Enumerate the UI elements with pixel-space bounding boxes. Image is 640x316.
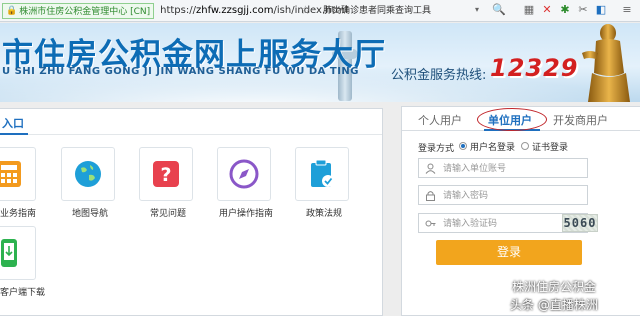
clipboard-check-icon (311, 159, 334, 187)
mobile-icon (1, 239, 17, 267)
lock-icon: 🔒 (6, 5, 18, 16)
site-title-pinyin: U SHI ZHU FANG GONG JI JIN WANG SHANG FU… (2, 66, 360, 77)
red-annotation-circle (477, 108, 547, 131)
calculator-icon (0, 161, 21, 187)
account-input[interactable] (443, 161, 543, 176)
tile-label-user-guide: 用户操作指南 (219, 209, 274, 219)
question-icon: ? (153, 161, 179, 187)
key-icon (425, 220, 436, 227)
password-input[interactable] (443, 188, 543, 203)
tile-faq[interactable]: ? (139, 147, 193, 201)
puzzle-icon[interactable]: ✱ (558, 3, 572, 17)
compass-icon (229, 159, 259, 189)
tab-developer-user[interactable]: 开发商用户 (553, 112, 608, 128)
menu-icon[interactable]: ≡ (620, 3, 634, 17)
radio-label-certificate-login[interactable]: 证书登录 (532, 140, 568, 153)
account-field (418, 158, 588, 178)
login-button[interactable]: 登录 (436, 240, 582, 265)
tile-label-client-download: 客户端下载 (0, 288, 46, 298)
news-ticker[interactable]: 肺炎确诊患者同乘查询工具 (323, 0, 431, 22)
tile-client-download[interactable] (0, 226, 36, 280)
extension-icon[interactable]: ◧ (594, 3, 608, 17)
tile-label-faq: 常见问题 (150, 209, 187, 219)
service-entry-header: 入口 (0, 109, 382, 135)
tile-map-navigation[interactable] (61, 147, 115, 201)
tile-label-map-navigation: 地图导航 (72, 209, 109, 219)
login-tabs: 个人用户 单位用户 开发商用户 (402, 107, 640, 131)
svg-text:?: ? (160, 164, 171, 186)
site-banner: 市住房公积金网上服务大厅 U SHI ZHU FANG GONG JI JIN … (0, 23, 640, 102)
radio-label-username-login[interactable]: 用户名登录 (470, 140, 515, 153)
bookmark-star-icon[interactable]: ☆ (300, 3, 311, 17)
user-icon (425, 163, 436, 174)
watermark-account-name: 株洲住房公积金 (512, 280, 597, 294)
apps-grid-icon[interactable]: ▦ (522, 3, 536, 17)
captcha-image[interactable]: 5060 (562, 214, 598, 232)
lock-icon (426, 191, 435, 201)
tile-label-business-guide: 业务指南 (0, 209, 37, 219)
site-badge-text: 株洲市住房公积金管理中心 [CN] (19, 7, 151, 17)
globe-icon (75, 161, 101, 187)
captcha-input[interactable] (443, 216, 543, 231)
tile-user-guide[interactable] (217, 147, 271, 201)
search-icon[interactable]: 🔍 (492, 3, 506, 17)
service-entry-heading: 入口 (2, 117, 24, 130)
password-field (418, 185, 588, 205)
scissors-icon[interactable]: ✂ (576, 3, 590, 17)
url-text[interactable]: https://zhfw.zzsgjj.com/ish/index.html (160, 5, 348, 16)
service-entry-panel: 入口 业务指南 地图导航 ? 常见问题 用户操作指南 政策法规 客户端下载 (0, 108, 383, 316)
radio-certificate-login[interactable] (521, 142, 529, 150)
hotline-number: 12329 (490, 54, 579, 82)
site-identity-badge[interactable]: 🔒 株洲市住房公积金管理中心 [CN] (2, 2, 155, 19)
tile-label-policy-regulations: 政策法规 (306, 209, 343, 219)
login-mode-label: 登录方式 (418, 144, 455, 154)
radio-username-login[interactable] (459, 142, 467, 150)
hotline-label: 公积金服务热线: (391, 68, 487, 83)
watermark-source: 头条 @直播株洲 (510, 298, 598, 312)
tile-policy-regulations[interactable] (295, 147, 349, 201)
tab-personal-user[interactable]: 个人用户 (418, 112, 462, 128)
dropdown-arrow-icon[interactable]: ▾ (475, 5, 485, 17)
golden-statue-illustration (582, 24, 630, 102)
tile-business-guide[interactable] (0, 147, 36, 201)
close-red-icon[interactable]: ✕ (540, 3, 554, 17)
